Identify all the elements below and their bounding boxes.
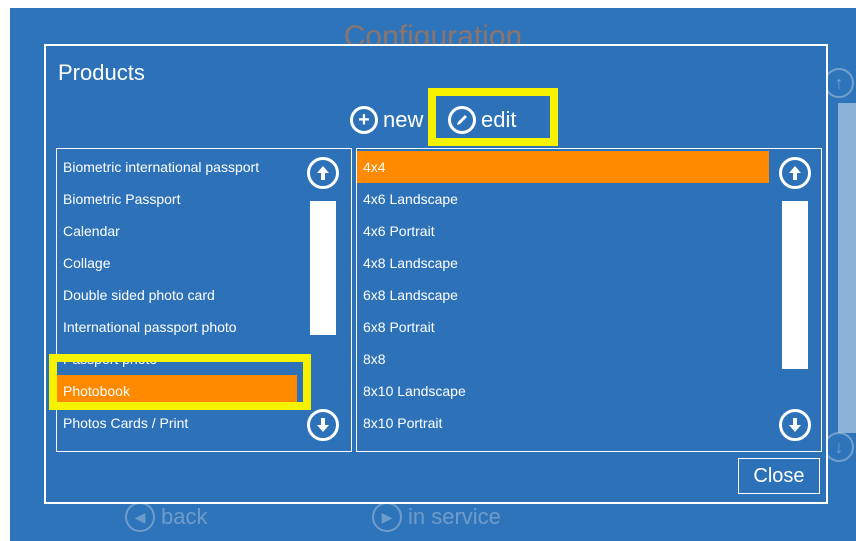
products-dialog: Products + new edit Photos Cards / Print…	[44, 44, 828, 504]
list-item[interactable]: 8x10 Portrait	[357, 407, 769, 439]
in-service-label: in service	[408, 504, 501, 529]
size-list[interactable]: 8x10 Portrait 8x10 Landscape 8x8 6x8 Portra…	[356, 148, 822, 452]
arrow-up-icon	[789, 166, 801, 180]
list-item[interactable]: 6x8 Landscape	[357, 279, 769, 311]
play-icon: ▶	[372, 502, 402, 532]
new-label: new	[383, 107, 424, 132]
list-item[interactable]: Collage	[57, 247, 297, 279]
list-item[interactable]: Biometric Passport	[57, 183, 297, 215]
dialog-title: Products	[58, 60, 145, 85]
size-scroll-up-button[interactable]	[779, 157, 811, 189]
list-item[interactable]: Photos Cards / Print	[57, 407, 297, 439]
close-button[interactable]: Close	[738, 458, 820, 494]
background-side-panel	[838, 103, 856, 433]
new-button[interactable]: + new	[350, 106, 423, 134]
list-item[interactable]: Calendar	[57, 215, 297, 247]
background-back-button: ◀ back	[125, 502, 207, 532]
list-item[interactable]: 6x8 Portrait	[357, 311, 769, 343]
edit-highlight-box	[428, 88, 558, 146]
photobook-highlight-box	[49, 354, 311, 410]
list-item[interactable]: Biometric international passport	[57, 151, 297, 183]
background-arrow-up-icon: ↑	[824, 68, 854, 98]
plus-icon: +	[350, 106, 378, 134]
list-item[interactable]: Double sided photo card	[57, 279, 297, 311]
background-arrow-down-icon: ↓	[824, 432, 854, 462]
category-scroll-thumb[interactable]	[310, 201, 336, 335]
category-scrollbar[interactable]	[310, 201, 336, 407]
arrow-up-icon	[317, 166, 329, 180]
background-in-service-button: ▶ in service	[372, 502, 501, 532]
size-scroll-thumb[interactable]	[782, 201, 808, 369]
back-label: back	[161, 504, 208, 529]
list-item[interactable]: 4x6 Portrait	[357, 215, 769, 247]
category-scroll-down-button[interactable]	[307, 409, 339, 441]
category-scroll-up-button[interactable]	[307, 157, 339, 189]
size-scroll-down-button[interactable]	[779, 409, 811, 441]
list-item[interactable]: International passport photo	[57, 311, 297, 343]
list-item[interactable]: 4x4	[357, 151, 769, 183]
list-item[interactable]: 8x10 Landscape	[357, 375, 769, 407]
arrow-down-icon	[789, 418, 801, 432]
list-item[interactable]: 8x8	[357, 343, 769, 375]
arrow-down-icon	[317, 418, 329, 432]
list-item[interactable]: 4x6 Landscape	[357, 183, 769, 215]
list-item[interactable]: 4x8 Landscape	[357, 247, 769, 279]
back-arrow-icon: ◀	[125, 502, 155, 532]
size-scrollbar[interactable]	[782, 201, 808, 397]
